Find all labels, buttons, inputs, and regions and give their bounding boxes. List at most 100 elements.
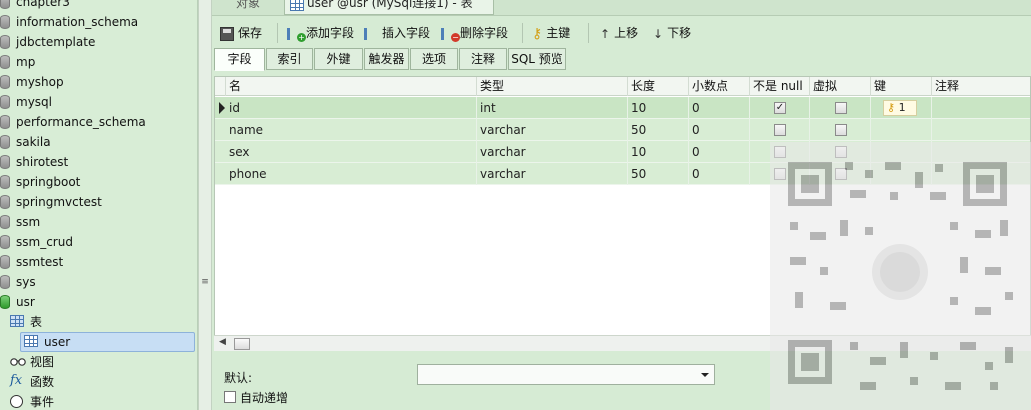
auto-increment-label: 自动递增 [240, 391, 289, 405]
tab-sql-preview[interactable]: SQL 预览 [508, 48, 566, 70]
cell-name[interactable]: sex [226, 141, 477, 163]
primary-key-badge[interactable]: ⚷ 1 [883, 100, 917, 116]
toolbar: 保存 +添加字段 插入字段 −删除字段 ⚷ 主键 ↑ 上移 ↓ 下移 [212, 18, 1031, 46]
cell-type[interactable]: varchar [477, 119, 628, 141]
header-type[interactable]: 类型 [477, 77, 628, 96]
cell-comment[interactable] [932, 97, 1030, 119]
tree-item-label: ssmtest [16, 255, 64, 269]
tree-item-events[interactable]: 事件 [0, 392, 196, 410]
table-icon [290, 0, 304, 11]
tree-item-tables[interactable]: 表 [0, 312, 196, 332]
header-decimals[interactable]: 小数点 [689, 77, 750, 96]
cell-length[interactable]: 50 [628, 163, 689, 185]
tree-item-db[interactable]: ssmtest [0, 252, 196, 272]
tab-triggers[interactable]: 触发器 [364, 48, 409, 70]
not-null-checkbox[interactable] [774, 124, 786, 136]
cell-length[interactable]: 50 [628, 119, 689, 141]
tab-comments[interactable]: 注释 [459, 48, 507, 70]
tree-item-db[interactable]: mysql [0, 92, 196, 112]
virtual-checkbox[interactable] [835, 102, 847, 114]
tree-item-db[interactable]: jdbctemplate [0, 32, 196, 52]
tree-item-db[interactable]: mp [0, 52, 196, 72]
tree-item-db[interactable]: information_schema [0, 12, 196, 32]
database-icon [0, 75, 10, 89]
cell-decimals[interactable]: 0 [689, 97, 750, 119]
tree-item-db[interactable]: sakila [0, 132, 196, 152]
cell-type[interactable]: varchar [477, 163, 628, 185]
cell-comment[interactable] [932, 119, 1030, 141]
primary-key-button[interactable]: ⚷ 主键 [532, 23, 570, 43]
tree-item-functions[interactable]: fx 函数 [0, 372, 196, 392]
cell-decimals[interactable]: 0 [689, 163, 750, 185]
cell-name[interactable]: name [226, 119, 477, 141]
header-length[interactable]: 长度 [628, 77, 689, 96]
insert-field-button[interactable]: 插入字段 [364, 23, 430, 43]
database-icon [0, 175, 10, 189]
header-key[interactable]: 键 [871, 77, 932, 96]
tree-item-db[interactable]: springboot [0, 172, 196, 192]
move-down-button[interactable]: ↓ 下移 [653, 23, 691, 43]
header-comment[interactable]: 注释 [932, 77, 1030, 96]
tree-item-db[interactable]: springmvctest [0, 192, 196, 212]
header-virtual[interactable]: 虚拟 [810, 77, 871, 96]
scroll-thumb[interactable] [234, 338, 250, 350]
database-icon [0, 115, 10, 129]
database-tree[interactable]: chapter3 information_schema jdbctemplate… [0, 0, 198, 410]
tree-item-label: ssm [16, 215, 41, 229]
tree-item-table-user[interactable]: user [0, 332, 196, 352]
move-up-button[interactable]: ↑ 上移 [600, 23, 638, 43]
not-null-checkbox[interactable]: ✓ [774, 102, 786, 114]
table-folder-icon [10, 315, 24, 327]
tab-objects[interactable]: 对象 [212, 0, 284, 15]
tree-item-label: ssm_crud [16, 235, 73, 249]
database-icon [0, 35, 10, 49]
cell-key[interactable] [871, 119, 932, 141]
cell-decimals[interactable]: 0 [689, 141, 750, 163]
save-button[interactable]: 保存 [220, 23, 262, 43]
database-icon [0, 275, 10, 289]
view-icon [10, 358, 26, 366]
default-select[interactable] [417, 364, 715, 385]
arrow-up-icon: ↑ [600, 26, 611, 41]
virtual-checkbox[interactable] [835, 124, 847, 136]
cell-length[interactable]: 10 [628, 141, 689, 163]
tab-fields[interactable]: 字段 [214, 48, 265, 71]
tree-item-db[interactable]: sys [0, 272, 196, 292]
table-row[interactable]: id int 10 0 ✓ ⚷ 1 [215, 97, 1030, 119]
panel-splitter[interactable]: ≡ [198, 0, 212, 410]
tree-item-db[interactable]: performance_schema [0, 112, 196, 132]
tree-item-db[interactable]: chapter3 [0, 0, 196, 12]
cell-name[interactable]: id [226, 97, 477, 119]
tree-item-label: mysql [16, 95, 52, 109]
cell-decimals[interactable]: 0 [689, 119, 750, 141]
tree-item-label: mp [16, 55, 36, 69]
scroll-left-icon[interactable]: ◀ [219, 337, 226, 347]
cell-type[interactable]: varchar [477, 141, 628, 163]
table-row[interactable]: name varchar 50 0 [215, 119, 1030, 141]
tree-item-label: springboot [16, 175, 81, 189]
delete-field-button[interactable]: −删除字段 [441, 23, 508, 43]
tree-item-db[interactable]: ssm_crud [0, 232, 196, 252]
tree-item-views[interactable]: 视图 [0, 352, 196, 372]
header-not-null[interactable]: 不是 null [750, 77, 810, 96]
tab-options[interactable]: 选项 [410, 48, 458, 70]
cell-length[interactable]: 10 [628, 97, 689, 119]
cell-name[interactable]: phone [226, 163, 477, 185]
tab-indexes[interactable]: 索引 [266, 48, 313, 70]
database-open-icon [0, 295, 10, 309]
tab-table-user[interactable]: user @usr (MySql连接1) - 表 [284, 0, 494, 15]
grid-header: 名 类型 长度 小数点 不是 null 虚拟 键 注释 [215, 77, 1030, 96]
tree-item-db[interactable]: myshop [0, 72, 196, 92]
database-icon [0, 215, 10, 229]
auto-increment-checkbox[interactable] [224, 391, 236, 403]
cell-type[interactable]: int [477, 97, 628, 119]
tree-item-db[interactable]: shirotest [0, 152, 196, 172]
tree-item-db-active[interactable]: usr [0, 292, 196, 312]
current-row-icon [219, 102, 225, 114]
database-icon [0, 0, 10, 9]
header-name[interactable]: 名 [226, 77, 477, 96]
tree-item-label: jdbctemplate [16, 35, 96, 49]
add-field-button[interactable]: +添加字段 [287, 23, 354, 43]
tab-foreign-keys[interactable]: 外键 [314, 48, 363, 70]
tree-item-db[interactable]: ssm [0, 212, 196, 232]
